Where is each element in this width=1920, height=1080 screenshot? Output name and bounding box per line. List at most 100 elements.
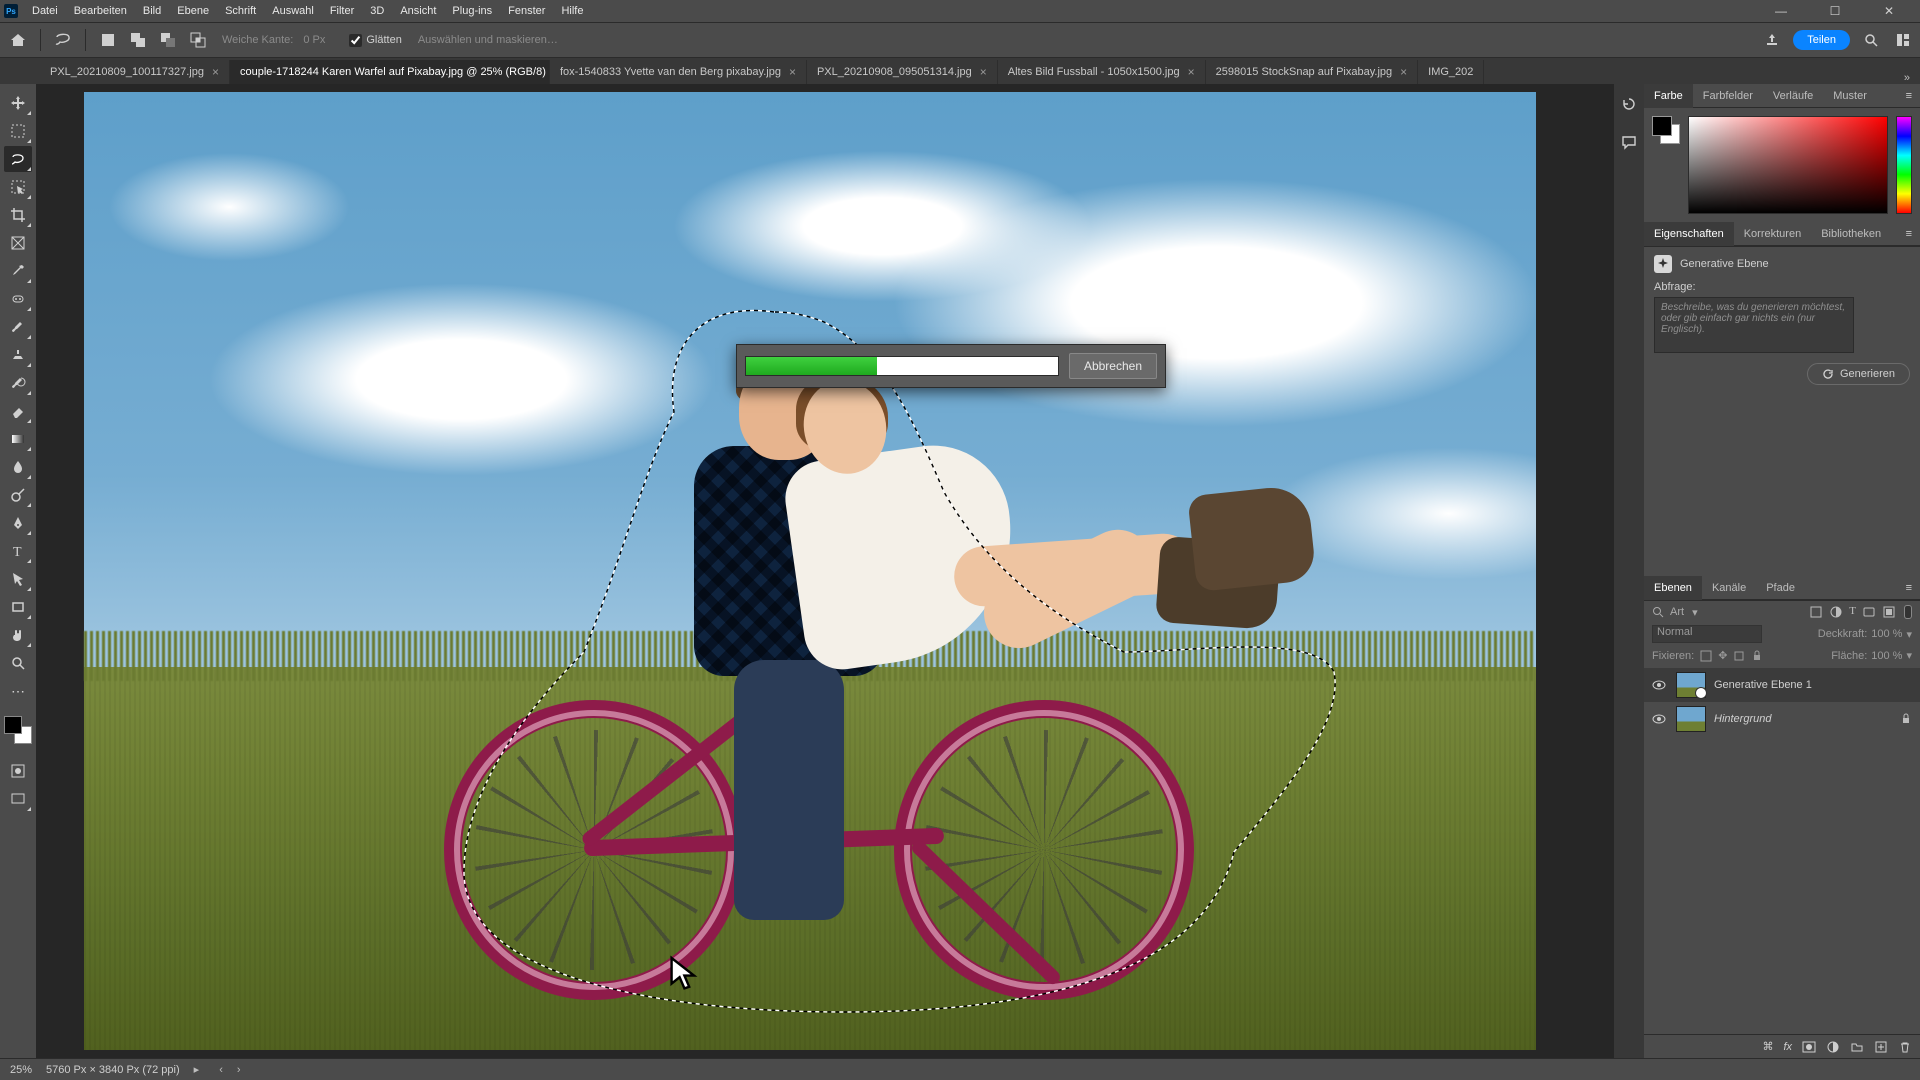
document-tab[interactable]: IMG_202	[1418, 60, 1484, 84]
panel-tab-pfade[interactable]: Pfade	[1756, 576, 1805, 600]
antialias-toggle[interactable]: Glätten	[349, 34, 401, 47]
panel-tab-ebenen[interactable]: Ebenen	[1644, 576, 1702, 600]
close-icon[interactable]: ×	[980, 65, 987, 79]
panel-menu-icon[interactable]: ≡	[1898, 582, 1920, 594]
panel-tab-kanaele[interactable]: Kanäle	[1702, 576, 1756, 600]
panel-tab-verlaeufe[interactable]: Verläufe	[1763, 84, 1823, 108]
foreground-color-swatch[interactable]	[4, 716, 22, 734]
lock-artboard-icon[interactable]	[1733, 650, 1745, 662]
tab-overflow-icon[interactable]: »	[1894, 72, 1920, 84]
doc-info[interactable]: 5760 Px × 3840 Px (72 ppi)	[46, 1064, 180, 1076]
hue-slider[interactable]	[1896, 116, 1912, 214]
cancel-button[interactable]: Abbrechen	[1069, 353, 1157, 379]
opacity-value[interactable]: 100 %	[1871, 628, 1902, 640]
tool-crop[interactable]	[4, 202, 32, 228]
layer-row[interactable]: Generative Ebene 1	[1644, 668, 1920, 702]
tool-spot-heal[interactable]	[4, 286, 32, 312]
tool-brush[interactable]	[4, 314, 32, 340]
menu-ansicht[interactable]: Ansicht	[392, 0, 444, 22]
menu-ebene[interactable]: Ebene	[169, 0, 217, 22]
layer-name[interactable]: Hintergrund	[1714, 713, 1892, 725]
tool-history-brush[interactable]	[4, 370, 32, 396]
close-icon[interactable]: ×	[1400, 65, 1407, 79]
status-caret-icon[interactable]: ▸	[194, 1063, 200, 1076]
tool-object-select[interactable]	[4, 174, 32, 200]
active-tool-lasso-icon[interactable]	[51, 28, 75, 52]
selection-new-icon[interactable]	[96, 28, 120, 52]
workspace-switcher-icon[interactable]	[1892, 29, 1914, 51]
cloud-docs-icon[interactable]	[1761, 29, 1783, 51]
lock-position-icon[interactable]: ✥	[1718, 649, 1727, 662]
delete-layer-icon[interactable]	[1898, 1040, 1912, 1054]
comments-panel-icon[interactable]	[1619, 132, 1639, 152]
tool-eraser[interactable]	[4, 398, 32, 424]
panel-tab-muster[interactable]: Muster	[1823, 84, 1877, 108]
window-maximize-icon[interactable]: ☐	[1818, 4, 1852, 18]
filter-smart-icon[interactable]	[1882, 605, 1896, 619]
link-layers-icon[interactable]: ⌘	[1762, 1040, 1773, 1053]
prompt-input[interactable]: Beschreibe, was du generieren möchtest, …	[1654, 297, 1854, 353]
layer-name[interactable]: Generative Ebene 1	[1714, 679, 1912, 691]
tool-clone-stamp[interactable]	[4, 342, 32, 368]
menu-auswahl[interactable]: Auswahl	[264, 0, 322, 22]
panel-tab-farbe[interactable]: Farbe	[1644, 84, 1693, 108]
adjustment-icon[interactable]	[1826, 1040, 1840, 1054]
screen-mode-icon[interactable]	[4, 786, 32, 812]
tool-dodge[interactable]	[4, 482, 32, 508]
new-layer-icon[interactable]	[1874, 1040, 1888, 1054]
tool-frame[interactable]	[4, 230, 32, 256]
feather-value[interactable]: 0 Px	[303, 34, 343, 46]
select-and-mask-button[interactable]: Auswählen und maskieren…	[418, 34, 558, 46]
color-picker-field[interactable]	[1688, 116, 1888, 214]
document-tab[interactable]: 2598015 StockSnap auf Pixabay.jpg×	[1206, 60, 1419, 84]
tool-blur[interactable]	[4, 454, 32, 480]
filter-pixel-icon[interactable]	[1809, 605, 1823, 619]
blend-mode-select[interactable]: Normal	[1652, 625, 1762, 643]
tool-move[interactable]	[4, 90, 32, 116]
close-icon[interactable]: ×	[789, 65, 796, 79]
tool-rectangle[interactable]	[4, 594, 32, 620]
document-tab[interactable]: Altes Bild Fussball - 1050x1500.jpg×	[998, 60, 1206, 84]
search-icon[interactable]	[1860, 29, 1882, 51]
history-panel-icon[interactable]	[1619, 94, 1639, 114]
tool-zoom[interactable]	[4, 650, 32, 676]
status-prev-icon[interactable]: ‹	[219, 1064, 223, 1076]
status-next-icon[interactable]: ›	[237, 1064, 241, 1076]
home-icon[interactable]	[6, 28, 30, 52]
filter-type-icon[interactable]: T	[1849, 605, 1856, 619]
antialias-checkbox[interactable]	[349, 34, 362, 47]
document-tab[interactable]: couple-1718244 Karen Warfel auf Pixabay.…	[230, 60, 550, 84]
panel-tab-bibliotheken[interactable]: Bibliotheken	[1811, 222, 1891, 246]
quick-mask-icon[interactable]	[4, 758, 32, 784]
visibility-icon[interactable]	[1652, 712, 1668, 726]
menu-bearbeiten[interactable]: Bearbeiten	[66, 0, 135, 22]
window-minimize-icon[interactable]: —	[1764, 4, 1798, 18]
document-tab[interactable]: fox-1540833 Yvette van den Berg pixabay.…	[550, 60, 807, 84]
layer-fx-icon[interactable]: fx	[1783, 1041, 1792, 1053]
menu-bild[interactable]: Bild	[135, 0, 169, 22]
filter-toggle-switch[interactable]	[1904, 605, 1912, 619]
lock-icon[interactable]	[1900, 713, 1912, 725]
layer-filter-kind[interactable]: Art ▾	[1652, 606, 1801, 619]
panel-menu-icon[interactable]: ≡	[1898, 90, 1920, 102]
tool-type[interactable]: T	[4, 538, 32, 564]
tool-rect-marquee[interactable]	[4, 118, 32, 144]
tool-eyedropper[interactable]	[4, 258, 32, 284]
canvas-area[interactable]: Abbrechen	[36, 84, 1614, 1058]
selection-intersect-icon[interactable]	[186, 28, 210, 52]
tool-edit-toolbar[interactable]: ⋯	[4, 678, 32, 704]
layer-thumbnail[interactable]	[1676, 706, 1706, 732]
menu-schrift[interactable]: Schrift	[217, 0, 264, 22]
menu-fenster[interactable]: Fenster	[500, 0, 553, 22]
lock-all-icon[interactable]	[1751, 650, 1763, 662]
zoom-level[interactable]: 25%	[10, 1064, 32, 1076]
panel-menu-icon[interactable]: ≡	[1898, 228, 1920, 240]
document-canvas[interactable]: Abbrechen	[84, 92, 1536, 1050]
foreground-background-swatches[interactable]	[4, 716, 32, 744]
visibility-icon[interactable]	[1652, 678, 1668, 692]
menu-datei[interactable]: Datei	[24, 0, 66, 22]
filter-shape-icon[interactable]	[1862, 605, 1876, 619]
window-close-icon[interactable]: ✕	[1872, 4, 1906, 18]
selection-add-icon[interactable]	[126, 28, 150, 52]
tool-gradient[interactable]	[4, 426, 32, 452]
